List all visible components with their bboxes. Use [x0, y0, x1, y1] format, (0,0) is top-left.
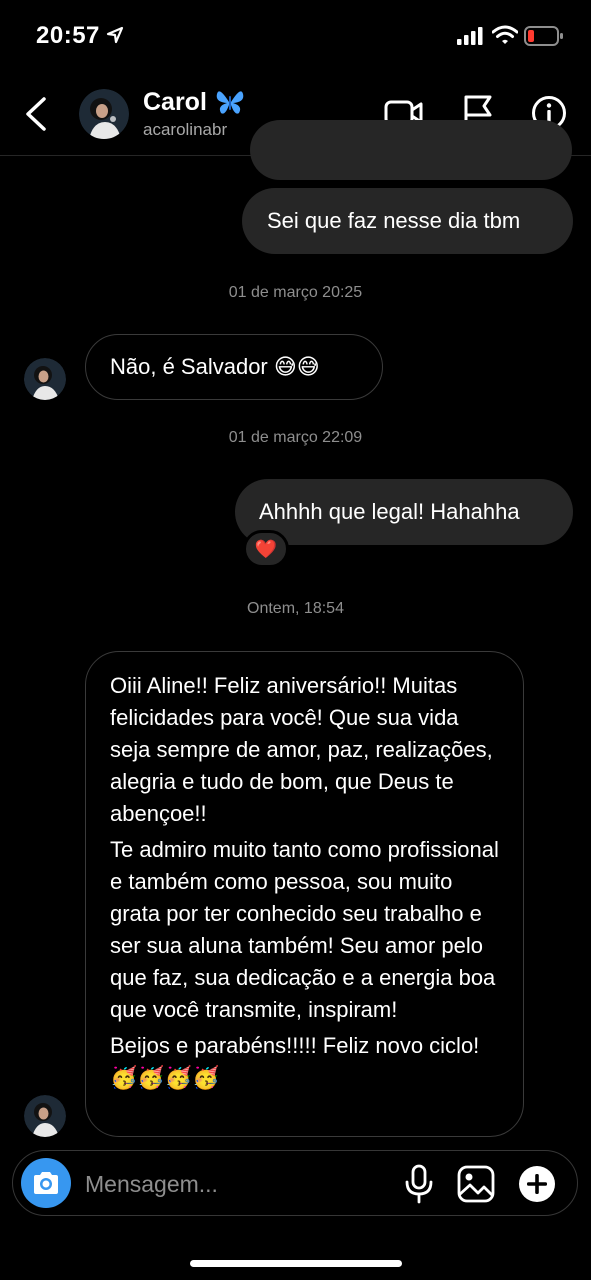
- message-bubble-incoming[interactable]: Não, é Salvador 😅😅: [85, 334, 383, 400]
- camera-button[interactable]: [21, 1158, 71, 1208]
- heart-reaction[interactable]: ❤️: [243, 530, 289, 568]
- sender-avatar[interactable]: [24, 1095, 66, 1137]
- message-text: [250, 120, 572, 180]
- message-composer: [12, 1150, 578, 1216]
- location-arrow-icon: [106, 26, 124, 44]
- camera-icon: [34, 1172, 58, 1194]
- message-text: Sei que faz nesse dia tbm: [267, 208, 521, 233]
- message-timestamp: Ontem, 18:54: [247, 600, 344, 617]
- image-icon[interactable]: [457, 1165, 495, 1203]
- message-bubble-incoming[interactable]: Oiii Aline!! Feliz aniversário!! Muitas …: [85, 651, 524, 1137]
- reaction-emoji: ❤️: [254, 538, 278, 559]
- microphone-icon[interactable]: [403, 1164, 435, 1204]
- plus-circle-icon[interactable]: [518, 1165, 556, 1203]
- message-paragraph: Te admiro muito tanto como profissional …: [110, 837, 499, 1022]
- contact-avatar[interactable]: [79, 89, 129, 139]
- status-time: 20:57: [36, 22, 100, 49]
- message-paragraph: Oiii Aline!! Feliz aniversário!! Muitas …: [110, 673, 493, 826]
- chevron-left-icon[interactable]: [22, 96, 50, 132]
- home-indicator[interactable]: [190, 1260, 402, 1267]
- wifi-icon: [492, 25, 518, 44]
- message-text: Ahhhh que legal! Hahahha: [259, 499, 520, 524]
- message-input[interactable]: [85, 1167, 385, 1201]
- message-bubble-outgoing[interactable]: Ahhhh que legal! Hahahha: [235, 479, 573, 545]
- contact-handle[interactable]: acarolinabr: [143, 120, 227, 140]
- message-bubble-partial[interactable]: [250, 120, 572, 180]
- message-bubble-outgoing[interactable]: Sei que faz nesse dia tbm: [242, 188, 573, 254]
- message-text: Não, é Salvador 😅😅: [110, 354, 320, 379]
- contact-name[interactable]: Carol: [143, 88, 207, 117]
- battery-low-icon: [524, 26, 563, 46]
- status-bar: 20:57: [0, 0, 591, 70]
- message-paragraph: Beijos e parabéns!!!!! Feliz novo ciclo!…: [110, 1033, 480, 1090]
- sender-avatar[interactable]: [24, 358, 66, 400]
- butterfly-icon: [216, 91, 244, 114]
- cellular-signal-icon: [457, 27, 483, 45]
- message-timestamp: 01 de março 22:09: [228, 429, 363, 446]
- message-timestamp: 01 de março 20:25: [228, 284, 363, 301]
